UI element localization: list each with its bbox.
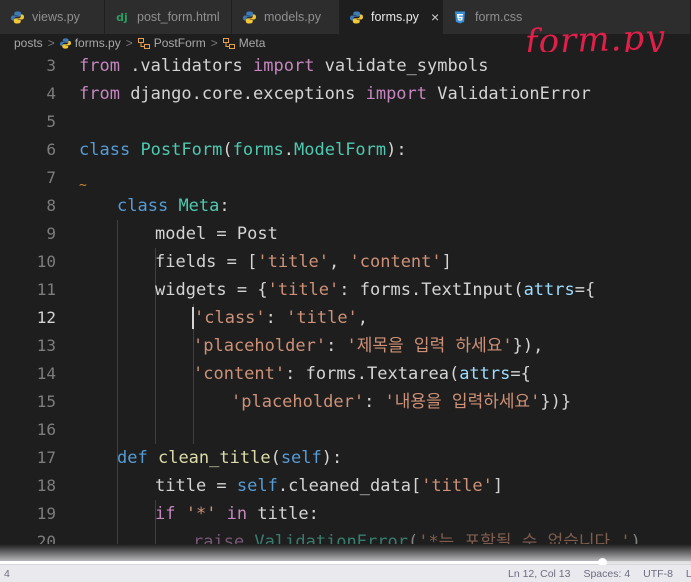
breadcrumb-separator: > [210, 36, 218, 50]
tab-label: forms.py [371, 10, 419, 24]
python-icon [242, 10, 256, 24]
line-number: 7 [46, 168, 56, 187]
tab-label: views.py [32, 10, 80, 24]
tab-forms-py[interactable]: forms.py × [340, 0, 443, 34]
code-line-3: from .validators import validate_symbols [79, 56, 489, 76]
python-icon [59, 37, 71, 49]
class-symbol-icon [222, 37, 235, 49]
breadcrumb-separator: > [47, 36, 55, 50]
breadcrumb-item-posts[interactable]: posts [14, 36, 43, 50]
code-line-4: from django.core.exceptions import Valid… [79, 84, 591, 104]
status-bar: 4 Ln 12, Col 13 Spaces: 4 UTF-8 LF [0, 565, 691, 582]
code-line-12: 'class': 'title', [194, 308, 369, 328]
code-line-8: class Meta: [117, 196, 230, 216]
breadcrumb-item-meta[interactable]: Meta [239, 36, 266, 50]
code-line-7: ~ [79, 172, 87, 200]
line-number: 17 [36, 448, 56, 467]
line-number: 6 [46, 140, 56, 159]
line-number: 3 [46, 56, 56, 75]
tab-post-form-html[interactable]: dj post_form.html [105, 0, 232, 34]
code-line-13: 'placeholder': '제목을 입력 하세요'}), [193, 336, 544, 356]
cursor-position[interactable]: Ln 12, Col 13 [508, 568, 570, 580]
code-line-19: if '*' in title: [155, 504, 319, 524]
code-line-17: def clean_title(self): [117, 448, 343, 468]
tab-views-py[interactable]: views.py [0, 0, 105, 34]
line-number-current: 12 [36, 308, 56, 327]
indent-guide [117, 220, 118, 544]
code-area[interactable]: from .validators import validate_symbols… [79, 52, 691, 544]
tab-label: models.py [264, 10, 321, 24]
close-tab-icon[interactable]: × [431, 9, 439, 25]
line-number: 13 [36, 336, 56, 355]
tab-label: post_form.html [137, 10, 220, 24]
indentation-setting[interactable]: Spaces: 4 [583, 568, 630, 580]
line-number: 9 [46, 224, 56, 243]
python-icon [10, 10, 24, 24]
code-editor[interactable]: 3 4 5 6 7 8 9 10 11 12 13 14 15 16 17 18… [0, 52, 691, 544]
python-icon [350, 10, 363, 24]
breadcrumb-item-postform[interactable]: PostForm [154, 36, 206, 50]
code-line-11: widgets = {'title': forms.TextInput(attr… [155, 280, 596, 300]
file-encoding[interactable]: UTF-8 [643, 568, 673, 580]
code-line-10: fields = ['title', 'content'] [155, 252, 452, 272]
code-line-20: raise ValidationError('*는 포함될 수 없습니다.') [193, 532, 641, 544]
tab-models-py[interactable]: models.py [232, 0, 340, 34]
line-number: 5 [46, 112, 56, 131]
code-line-9: model = Post [155, 224, 278, 244]
line-number: 15 [36, 392, 56, 411]
line-number: 19 [36, 504, 56, 523]
code-line-18: title = self.cleaned_data['title'] [155, 476, 504, 496]
line-number-gutter: 3 4 5 6 7 8 9 10 11 12 13 14 15 16 17 18… [0, 52, 62, 544]
code-line-14: 'content': forms.Textarea(attrs={ [193, 364, 531, 384]
status-left-item: 4 [4, 567, 10, 580]
video-progress-played [0, 561, 603, 564]
line-number: 8 [46, 196, 56, 215]
change-marker: ~ [79, 178, 87, 193]
django-icon: dj [116, 10, 128, 24]
code-line-15: 'placeholder': '내용을 입력하세요'})} [231, 392, 572, 412]
line-number: 20 [36, 532, 56, 544]
line-number: 11 [36, 280, 56, 299]
breadcrumb-separator: > [125, 36, 133, 50]
class-symbol-icon [137, 37, 150, 49]
line-number: 16 [36, 420, 56, 439]
code-line-6: class PostForm(forms.ModelForm): [79, 140, 407, 160]
tab-label: form.css [475, 10, 523, 24]
line-number: 4 [46, 84, 56, 103]
line-number: 18 [36, 476, 56, 495]
video-progress-overlay [0, 544, 691, 567]
line-number: 14 [36, 364, 56, 383]
css-icon [453, 10, 467, 24]
line-number: 10 [36, 252, 56, 271]
end-of-line[interactable]: LF [686, 568, 691, 580]
breadcrumb-item-forms-py[interactable]: forms.py [75, 36, 121, 50]
